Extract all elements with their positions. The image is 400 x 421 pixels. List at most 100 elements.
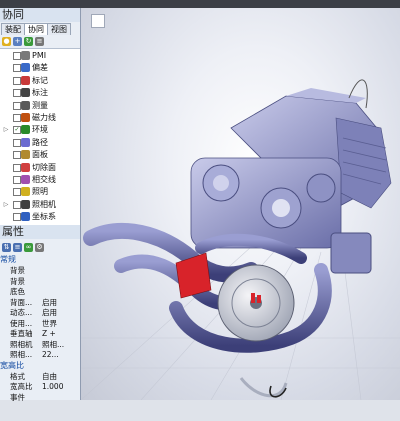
property-row[interactable]: 底色 [0, 287, 80, 297]
visibility-checkbox[interactable] [13, 163, 21, 172]
tree-item-label: 切除面 [32, 162, 56, 172]
list-icon[interactable]: ≡ [13, 242, 22, 252]
property-row[interactable]: 背景 [0, 266, 80, 276]
visibility-checkbox[interactable] [13, 176, 21, 184]
tree-item-label: 测量 [32, 100, 48, 110]
property-row[interactable]: 使用... 世界 [0, 319, 80, 329]
property-key: 垂直轴 [10, 329, 33, 338]
visibility-checkbox[interactable] [13, 89, 21, 98]
tree-item-icon [21, 75, 30, 85]
visibility-checkbox[interactable] [13, 151, 21, 160]
visibility-checkbox[interactable]: ✓ [13, 126, 21, 135]
tree-item[interactable]: 标记 [0, 75, 80, 86]
link-icon[interactable]: ∞ [24, 242, 33, 252]
tree-item[interactable]: 路径 [0, 137, 80, 148]
settings-icon[interactable]: ⚙ [35, 242, 44, 252]
visibility-checkbox[interactable] [13, 138, 21, 147]
menu-icon[interactable]: ≡ [35, 36, 44, 46]
add-icon[interactable]: + [13, 36, 22, 46]
refresh-icon[interactable]: ↻ [24, 36, 33, 46]
left-panel: 协同 装配 协同 视图 ● + ↻ ≡ PMI 偏差标记标注测量磁力线 ▷ ✓ 环境路径… [0, 8, 81, 403]
tree-item-icon [21, 125, 30, 135]
tree-item[interactable]: PMI [0, 50, 80, 61]
expand-icon[interactable]: ▷ [3, 124, 9, 135]
property-row[interactable]: 宽高比 1.000 [0, 382, 80, 392]
visibility-checkbox[interactable] [13, 114, 21, 122]
property-key: 背面... [10, 297, 33, 307]
tree-item[interactable]: 测量 [0, 100, 80, 111]
engine-model[interactable] [81, 8, 400, 400]
property-key: 使用... [10, 318, 33, 328]
property-key: 事件 [10, 392, 25, 402]
property-value[interactable]: 启用 [42, 298, 78, 308]
tree-item[interactable]: 切除面 [0, 162, 80, 173]
tree-item[interactable]: 磁力线 [0, 112, 80, 123]
tree-item-icon [21, 63, 30, 73]
tree-item-label: 面板 [32, 150, 48, 160]
filter-icon[interactable]: ● [2, 36, 11, 46]
property-row[interactable]: 背面... 启用 [0, 298, 80, 308]
tree-item[interactable]: ▷ ✓ 环境 [0, 124, 80, 135]
property-value[interactable]: Z + [42, 329, 78, 339]
visibility-checkbox[interactable] [13, 188, 21, 197]
property-row[interactable]: 格式 自由 [0, 372, 80, 382]
tree-item-icon [21, 88, 30, 98]
property-value[interactable]: 照相... [42, 340, 78, 350]
property-value[interactable]: 1.000 [42, 382, 78, 392]
tree-item[interactable]: ▷ 照相机 [0, 199, 80, 210]
property-row[interactable]: 垂直轴 Z + [0, 329, 80, 339]
tab-view[interactable]: 视图 [47, 23, 71, 35]
tree-item-label: 标记 [32, 75, 48, 85]
tree-item-label: 磁力线 [32, 113, 56, 122]
tree-item-icon [21, 113, 30, 122]
visibility-checkbox[interactable] [13, 101, 21, 110]
property-value[interactable]: 自由 [42, 372, 78, 382]
visibility-checkbox[interactable] [13, 200, 21, 209]
property-key: 背景 [10, 266, 25, 275]
tree-item-icon [21, 212, 30, 222]
tab-collaboration[interactable]: 协同 [24, 23, 48, 35]
visibility-checkbox[interactable] [13, 52, 21, 60]
properties-title: 属性 [0, 225, 80, 239]
tab-assembly[interactable]: 装配 [1, 23, 25, 35]
tree-item-icon [21, 137, 30, 147]
tab-bar: 装配 协同 视图 [0, 23, 80, 35]
tree-item-icon [21, 199, 30, 209]
tree-item[interactable]: 标注 [0, 87, 80, 98]
visibility-checkbox[interactable] [13, 64, 21, 73]
property-section-header[interactable]: 宽高比 [0, 361, 80, 371]
visibility-checkbox[interactable] [13, 213, 21, 222]
property-row[interactable]: 事件 [0, 393, 80, 403]
property-key: 背景 [10, 276, 25, 286]
property-key: 照相机 [10, 339, 33, 349]
property-key: 格式 [10, 371, 25, 381]
tree-list: PMI 偏差标记标注测量磁力线 ▷ ✓ 环境路径面板切除面相交线照明 ▷ 照相机 坐标系 [0, 48, 80, 225]
tree-item-label: 照明 [32, 187, 48, 197]
property-key: 照相... [10, 350, 33, 359]
tree-item-icon [21, 150, 30, 160]
property-value[interactable]: 22... [42, 350, 78, 360]
property-section-header[interactable]: 常规 [0, 255, 80, 265]
tree-item-label: 相交线 [32, 175, 56, 184]
property-row[interactable]: 照相... 22... [0, 350, 80, 360]
tree-item-label: 环境 [32, 125, 48, 135]
tree-item-label: PMI [32, 51, 47, 60]
property-value[interactable]: 启用 [42, 308, 78, 318]
property-row[interactable]: 照相机 照相... [0, 340, 80, 350]
tree-item[interactable]: 照明 [0, 186, 80, 197]
tree-item[interactable]: 相交线 [0, 174, 80, 185]
tree-item-icon [21, 51, 30, 60]
tree-item[interactable]: 偏差 [0, 62, 80, 73]
property-row[interactable]: 动态... 启用 [0, 308, 80, 318]
tree-item-label: 标注 [32, 88, 48, 98]
visibility-checkbox[interactable] [13, 76, 21, 85]
tree-item[interactable]: 坐标系 [0, 211, 80, 222]
expand-icon[interactable]: ▷ [3, 199, 9, 210]
tree-item-label: 偏差 [32, 63, 48, 73]
property-value[interactable]: 世界 [42, 319, 78, 329]
sort-icon[interactable]: ⇅ [2, 242, 11, 252]
tree-item[interactable]: 面板 [0, 149, 80, 160]
3d-viewport[interactable] [81, 8, 400, 400]
top-strip [0, 0, 400, 8]
property-row[interactable]: 背景 [0, 277, 80, 287]
